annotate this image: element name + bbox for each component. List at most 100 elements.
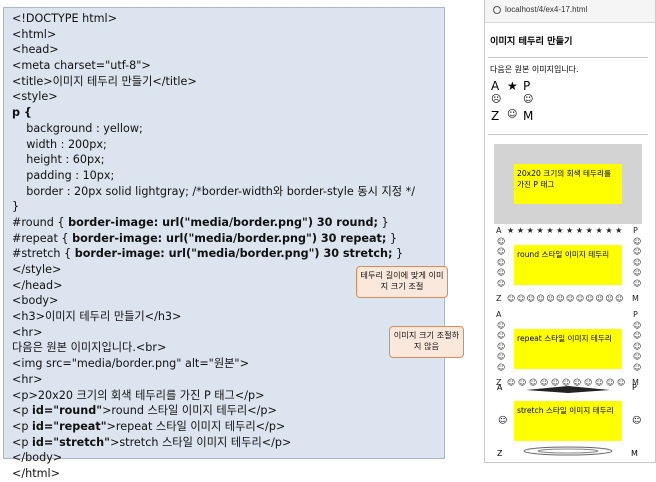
star-icon: ★ bbox=[615, 226, 623, 235]
face-icon: ☺ bbox=[615, 294, 624, 303]
divider bbox=[488, 57, 648, 58]
code-segment: 다음은 원본 이미지입니다.<br> bbox=[12, 341, 167, 355]
p-stretch: A P Z M ☺ ☺ stretch 스타일 이미지 테두리 bbox=[494, 381, 642, 461]
code-segment: } bbox=[377, 215, 389, 229]
code-line: <head> bbox=[12, 42, 444, 58]
p-repeat-text: repeat 스타일 이미지 테두리 bbox=[514, 329, 622, 369]
code-segment: <img src="media/border.png" alt="원본"> bbox=[12, 357, 249, 371]
code-line: width : 200px; bbox=[12, 137, 444, 153]
code-segment: >stretch 스타일 이미지 테두리</p> bbox=[109, 435, 292, 449]
face-icon: ☺ bbox=[633, 257, 642, 267]
divider bbox=[488, 134, 648, 135]
code-segment: border-image: url("media/border.png") 30… bbox=[74, 247, 393, 261]
glyph-z: Z bbox=[491, 109, 500, 123]
code-line: <p>20x20 크기의 회색 테두리를 가진 P 태그</p> bbox=[12, 388, 444, 404]
star-icon: ★ bbox=[526, 226, 534, 235]
code-segment: } bbox=[386, 231, 398, 245]
code-segment: id="repeat" bbox=[32, 419, 107, 433]
original-border-image: A ★ P ☹ ☺ Z ☺ M bbox=[491, 79, 533, 127]
code-segment: background : yellow; bbox=[12, 121, 143, 135]
star-icon: ★ bbox=[585, 226, 593, 235]
code-segment: height : 60px; bbox=[12, 153, 105, 167]
smile-icon: ☺ bbox=[523, 94, 534, 105]
star-icon: ★ bbox=[546, 226, 554, 235]
code-line: <style> bbox=[12, 89, 444, 105]
code-line: height : 60px; bbox=[12, 152, 444, 168]
code-line: </body> bbox=[12, 450, 444, 466]
face-icon: ☺ bbox=[497, 268, 506, 278]
face-icon: ☺ bbox=[633, 278, 642, 288]
star-icon: ★ bbox=[516, 226, 524, 235]
code-segment: <!DOCTYPE html> bbox=[12, 12, 117, 25]
code-segment: <p bbox=[12, 404, 33, 418]
glyph-m: M bbox=[632, 294, 639, 303]
code-line: <meta charset="utf-8"> bbox=[12, 58, 444, 74]
glyph-p: P bbox=[633, 310, 638, 319]
glyph-p: P bbox=[523, 79, 531, 93]
code-segment: <h3>이미지 테두리 만들기</h3> bbox=[12, 310, 182, 324]
face-icon: ☺ bbox=[497, 362, 506, 372]
star-icon: ★ bbox=[536, 226, 544, 235]
face-icon: ☺ bbox=[536, 294, 545, 303]
glyph-p: P bbox=[633, 226, 638, 235]
code-segment: width : 200px; bbox=[12, 137, 107, 151]
code-segment: </html> bbox=[12, 466, 61, 480]
code-segment: border-image: url("media/border.png") 30… bbox=[68, 215, 378, 229]
p-round: round 스타일 이미지 테두리 A P Z M ★ ☺ ★ ☺ ★ ☺ ★ ☺ ★ ☺ ★ ☺ ★ ☺ ★ ☺ ★ ☺… bbox=[494, 225, 642, 305]
star-icon: ★ bbox=[556, 226, 564, 235]
face-icon: ☺ bbox=[497, 257, 506, 267]
star-icon: ★ bbox=[575, 226, 583, 235]
face-icon: ☺ bbox=[546, 294, 555, 303]
code-segment: <hr> bbox=[12, 372, 43, 386]
p-gray-text: 20x20 크기의 회색 테두리를 가진 P 태그 bbox=[514, 164, 622, 204]
address-bar[interactable]: localhost/4/ex4-17.html bbox=[485, 0, 655, 23]
star-icon: ★ bbox=[605, 226, 613, 235]
face-icon: ☺ bbox=[633, 341, 642, 351]
address-url[interactable]: localhost/4/ex4-17.html bbox=[505, 5, 587, 14]
code-line: </html> bbox=[12, 466, 444, 482]
code-segment: <p bbox=[12, 435, 33, 449]
code-segment: p { bbox=[12, 106, 32, 120]
code-line: padding : 10px; bbox=[12, 168, 444, 184]
page-heading: 이미지 테두리 만들기 bbox=[490, 36, 573, 47]
glyph-z: Z bbox=[496, 294, 502, 303]
p-stretch-text: stretch 스타일 이미지 테두리 bbox=[514, 401, 622, 441]
code-segment: <hr> bbox=[12, 325, 43, 339]
star-icon: ★ bbox=[507, 79, 518, 93]
original-image-text: 다음은 원본 이미지입니다. bbox=[490, 65, 579, 74]
face-icon: ☺ bbox=[497, 321, 506, 330]
face-icon: ☺ bbox=[632, 415, 641, 426]
code-segment: #repeat { bbox=[12, 231, 73, 245]
code-segment: border-image: url("media/border.png") 30… bbox=[72, 231, 387, 245]
star-icon: ★ bbox=[507, 226, 515, 235]
code-line: <!DOCTYPE html> bbox=[12, 11, 444, 27]
star-icon: ★ bbox=[595, 226, 603, 235]
glyph-m: M bbox=[523, 109, 534, 123]
glyph-m: M bbox=[631, 449, 638, 458]
glyph-z: Z bbox=[497, 449, 503, 458]
code-line: #round { border-image: url("media/border… bbox=[12, 215, 444, 231]
browser-window: localhost/4/ex4-17.html 이미지 테두리 만들기 다음은 … bbox=[484, 0, 656, 463]
code-line: } bbox=[12, 199, 444, 215]
code-segment: <title>이미지 테두리 만들기</title> bbox=[12, 74, 197, 88]
code-segment: </body> bbox=[12, 451, 63, 465]
code-line: <p id="round">round 스타일 이미지 테두리</p> bbox=[12, 403, 444, 419]
code-line: 다음은 원본 이미지입니다.<br> bbox=[12, 340, 444, 356]
face-icon: ☺ bbox=[633, 362, 642, 372]
face-icon: ☺ bbox=[498, 415, 507, 426]
code-segment: <head> bbox=[12, 43, 59, 57]
face-icon: ☺ bbox=[633, 352, 642, 362]
face-icon: ☺ bbox=[497, 278, 506, 288]
code-line: <title>이미지 테두리 만들기</title> bbox=[12, 74, 444, 90]
code-line: #stretch { border-image: url("media/bord… bbox=[12, 246, 444, 262]
code-segment: <p bbox=[12, 419, 33, 433]
face-icon: ☺ bbox=[566, 294, 575, 303]
code-segment: } bbox=[392, 247, 404, 261]
code-line: <html> bbox=[12, 27, 444, 43]
callout-stretch: 이미지 크기 조절하지 않음 bbox=[389, 326, 464, 358]
glyph-a: A bbox=[497, 383, 503, 392]
face-icon: ☺ bbox=[507, 294, 516, 303]
code-line: <h3>이미지 테두리 만들기</h3> bbox=[12, 309, 444, 325]
face-icon: ☺ bbox=[497, 237, 506, 246]
code-line: background : yellow; bbox=[12, 121, 444, 137]
